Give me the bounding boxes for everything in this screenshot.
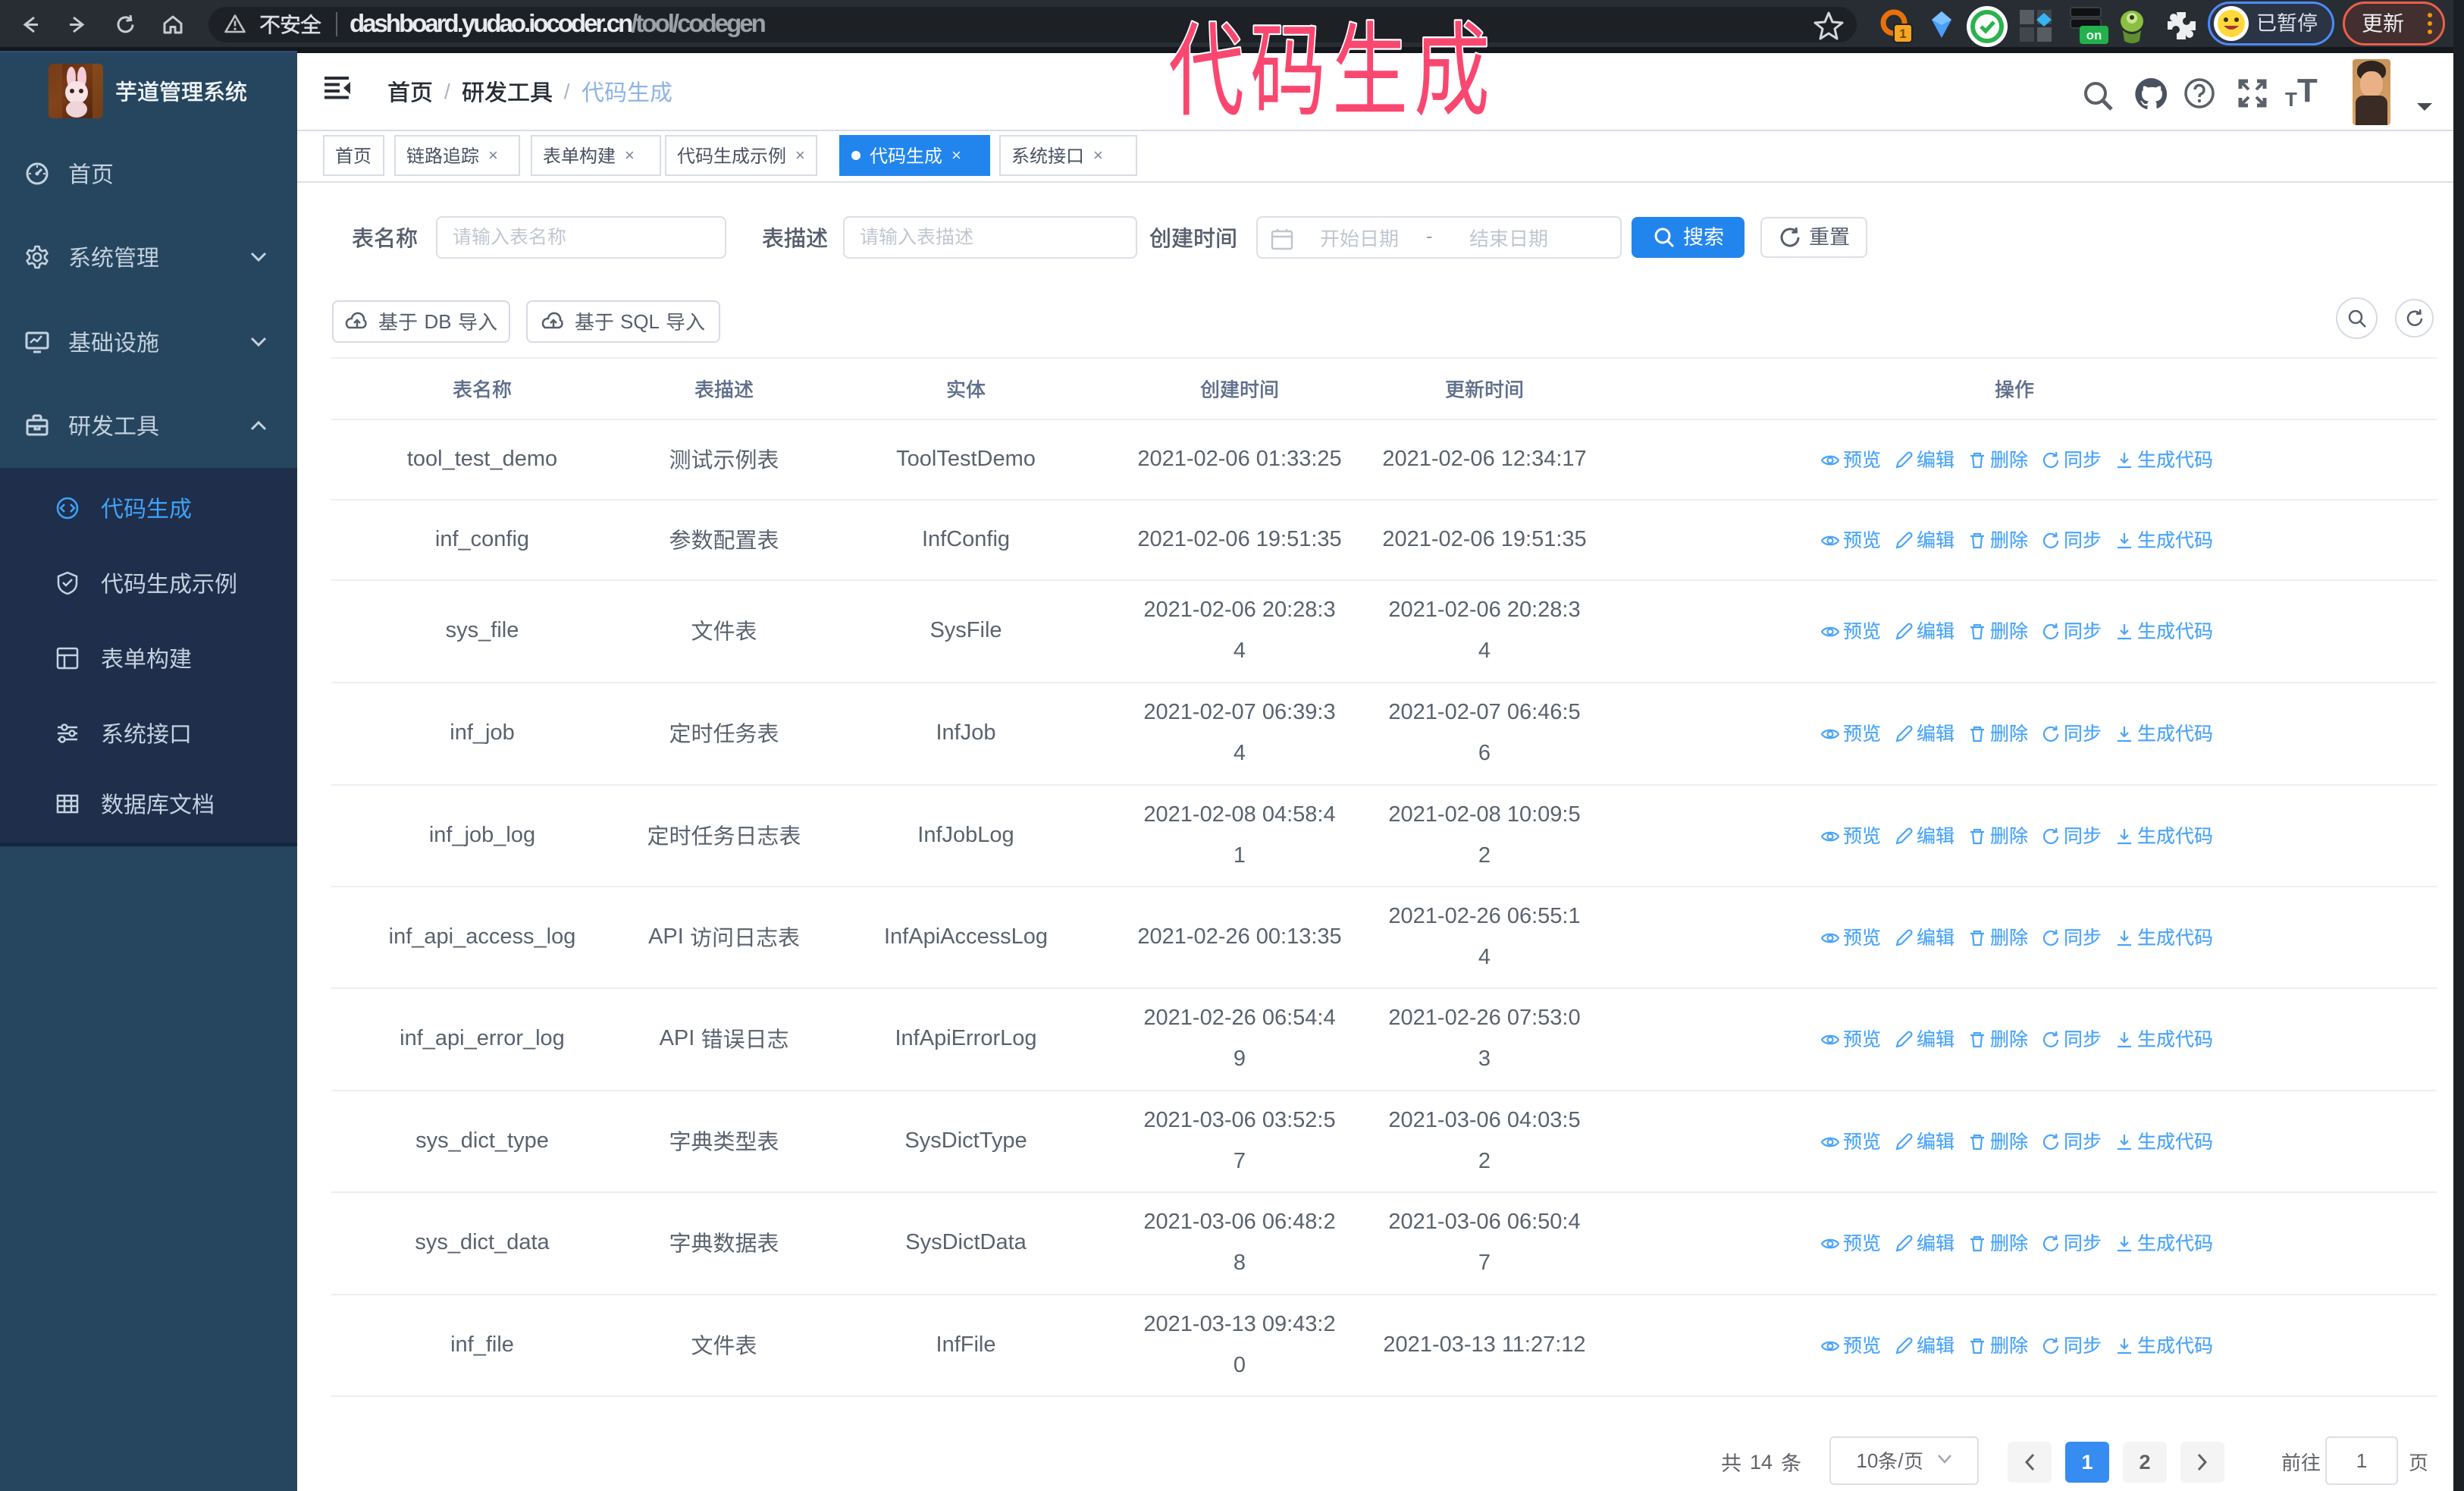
svg-text:on: on: [2086, 28, 2102, 42]
svg-text:1: 1: [1899, 27, 1906, 41]
